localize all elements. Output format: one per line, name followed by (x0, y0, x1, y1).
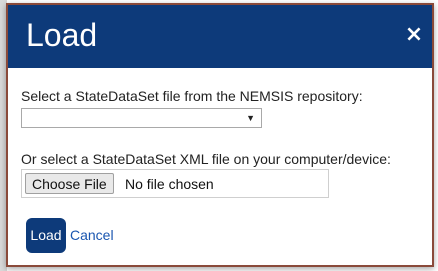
load-button[interactable]: Load (26, 218, 66, 253)
close-button[interactable]: × (402, 17, 426, 53)
dialog-header: Load × (8, 5, 432, 68)
dialog-title: Load (26, 17, 98, 53)
cancel-link[interactable]: Cancel (70, 227, 114, 244)
repository-label: Select a StateDataSet file from the NEMS… (21, 88, 363, 104)
file-input[interactable]: Choose File No file chosen (21, 169, 329, 198)
load-dialog: Load × Select a StateDataSet file from t… (6, 3, 434, 267)
local-file-label: Or select a StateDataSet XML file on you… (21, 151, 391, 167)
close-icon: × (404, 22, 424, 47)
choose-file-button[interactable]: Choose File (25, 173, 114, 194)
chevron-down-icon: ▼ (246, 113, 255, 123)
repository-select[interactable]: ▼ (21, 108, 262, 128)
file-status: No file chosen (125, 176, 214, 192)
